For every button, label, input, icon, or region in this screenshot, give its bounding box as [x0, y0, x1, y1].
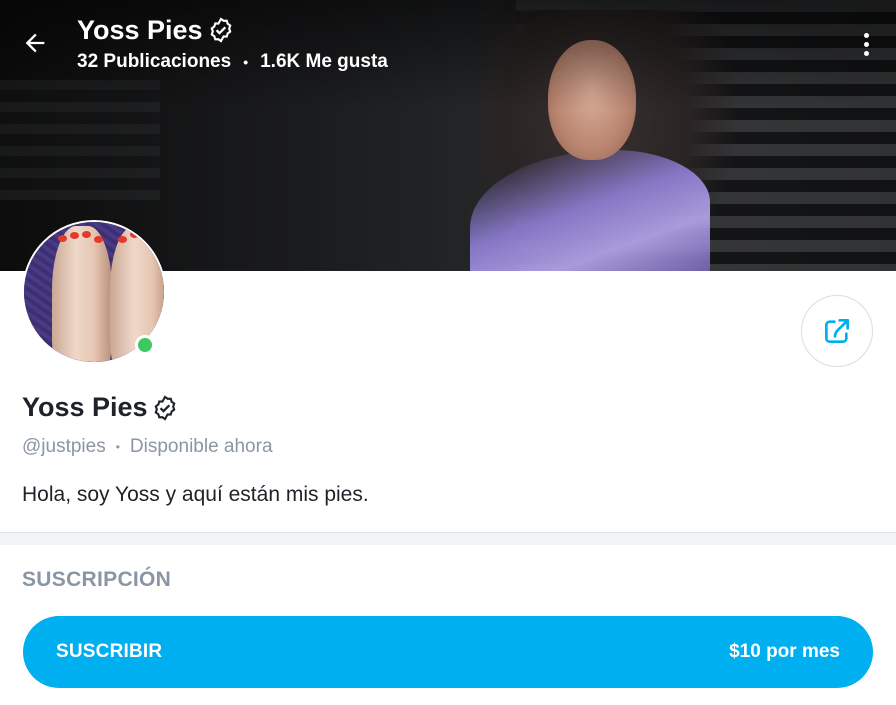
- header-title: Yoss Pies: [77, 15, 203, 45]
- avatar-toe: [118, 236, 127, 243]
- posts-count: 32 Publicaciones: [77, 51, 232, 72]
- avatar-toe: [142, 232, 151, 239]
- avatar-toe: [82, 231, 91, 238]
- avatar-foot-left: [52, 226, 112, 362]
- avatar-toe: [94, 236, 103, 243]
- subscription-price: $10 por mes: [729, 641, 840, 662]
- profile-name: Yoss Pies: [22, 392, 148, 422]
- more-options-button[interactable]: [854, 28, 878, 60]
- verified-badge-icon: [210, 17, 232, 43]
- subscribe-button-label: SUSCRIBIR: [56, 641, 163, 662]
- verified-badge-icon: [154, 394, 176, 421]
- profile-name-row: Yoss Pies: [22, 392, 179, 423]
- more-vertical-icon: [863, 32, 869, 38]
- section-band: [0, 533, 896, 545]
- share-icon: [825, 319, 849, 343]
- profile-meta: @justpies • Disponible ahora: [22, 436, 273, 458]
- back-arrow-icon: [25, 33, 45, 53]
- avatar-toe: [154, 235, 163, 242]
- header-stats: 32 Publicaciones • 1.6K Me gusta: [77, 51, 388, 73]
- availability-status: Disponible ahora: [129, 436, 273, 457]
- avatar-toe: [130, 231, 139, 238]
- online-status-indicator: [135, 335, 155, 355]
- stats-separator: •: [243, 54, 249, 70]
- subscription-section-title: SUSCRIPCIÓN: [22, 568, 172, 591]
- share-button[interactable]: [801, 295, 873, 367]
- more-vertical-icon-dot: [863, 41, 869, 47]
- likes-count: 1.6K Me gusta: [260, 51, 388, 72]
- avatar-toe: [70, 232, 79, 239]
- meta-separator: •: [115, 440, 120, 454]
- avatar-toe: [58, 235, 67, 242]
- back-button[interactable]: [18, 26, 52, 60]
- subscribe-button[interactable]: SUSCRIBIR $10 por mes: [23, 616, 873, 688]
- header-info: Yoss Pies 32 Publicaciones • 1.6K Me gus…: [77, 14, 388, 73]
- more-vertical-icon-dot: [863, 50, 869, 56]
- header-title-row: Yoss Pies: [77, 14, 388, 46]
- profile-bio: Hola, soy Yoss y aquí están mis pies.: [22, 483, 369, 506]
- username: @justpies: [22, 436, 106, 457]
